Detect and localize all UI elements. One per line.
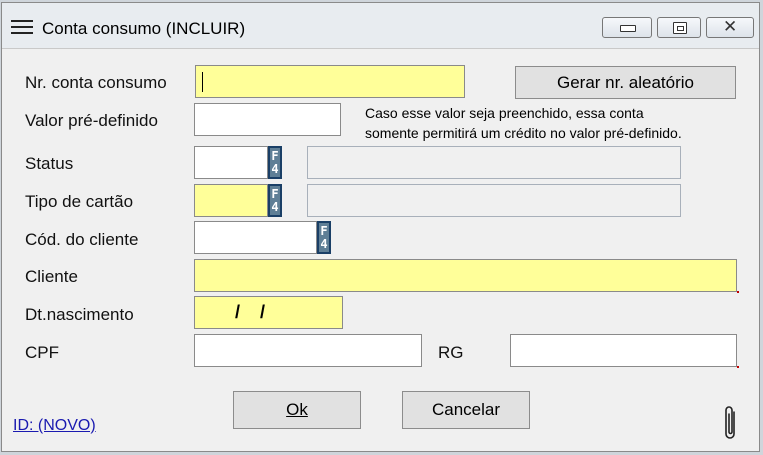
gerar-aleatorio-button[interactable]: Gerar nr. aleatório bbox=[515, 66, 736, 99]
cod-cliente-label: Cód. do cliente bbox=[25, 230, 139, 249]
ok-button[interactable]: Ok bbox=[233, 391, 361, 429]
close-button[interactable]: ✕ bbox=[706, 17, 754, 38]
id-link[interactable]: ID: (NOVO) bbox=[13, 417, 96, 435]
tipo-cartao-description bbox=[307, 184, 681, 217]
valor-pre-label: Valor pré-definido bbox=[25, 111, 158, 130]
note-line-1: Caso esse valor seja preenchido, essa co… bbox=[365, 105, 644, 121]
minimize-button[interactable] bbox=[602, 17, 652, 38]
valor-pre-input[interactable] bbox=[194, 103, 341, 136]
cliente-input[interactable] bbox=[194, 259, 737, 292]
tipo-cartao-lookup-key[interactable]: F4 bbox=[268, 184, 282, 217]
f4-label: F4 bbox=[271, 149, 279, 176]
rg-input[interactable] bbox=[510, 334, 737, 367]
nr-conta-label: Nr. conta consumo bbox=[25, 73, 167, 92]
menu-icon[interactable] bbox=[11, 20, 33, 34]
note-line-2: somente permitirá um crédito no valor pr… bbox=[365, 125, 682, 141]
cod-cliente-lookup-key[interactable]: F4 bbox=[317, 221, 331, 254]
cancelar-button-label: Cancelar bbox=[431, 400, 501, 419]
status-description bbox=[307, 146, 681, 179]
rg-label: RG bbox=[438, 343, 464, 362]
close-icon: ✕ bbox=[723, 17, 738, 37]
required-marker bbox=[737, 366, 739, 368]
cliente-label: Cliente bbox=[25, 267, 78, 286]
f4-label: F4 bbox=[320, 224, 328, 251]
cod-cliente-input[interactable] bbox=[194, 221, 317, 254]
required-marker bbox=[737, 291, 739, 293]
tipo-cartao-code-input[interactable] bbox=[194, 184, 268, 217]
maximize-button[interactable] bbox=[657, 17, 701, 38]
text-caret bbox=[202, 72, 203, 92]
maximize-icon bbox=[673, 22, 687, 34]
status-code-input[interactable] bbox=[194, 146, 268, 179]
cpf-label: CPF bbox=[25, 343, 59, 362]
title-bar[interactable]: Conta consumo (INCLUIR) ✕ bbox=[2, 3, 759, 49]
ok-button-label: Ok bbox=[286, 400, 308, 419]
dt-nascimento-input[interactable]: / / bbox=[194, 296, 343, 329]
minimize-icon bbox=[620, 25, 636, 32]
dt-nascimento-label: Dt.nascimento bbox=[25, 305, 134, 324]
tipo-cartao-label: Tipo de cartão bbox=[25, 192, 134, 211]
window-title: Conta consumo (INCLUIR) bbox=[42, 19, 246, 38]
nr-conta-input[interactable] bbox=[195, 65, 465, 98]
valor-pre-note: Caso esse valor seja preenchido, essa co… bbox=[365, 103, 682, 143]
status-lookup-key[interactable]: F4 bbox=[268, 146, 282, 179]
f4-label: F4 bbox=[271, 187, 279, 214]
cpf-input[interactable] bbox=[194, 334, 422, 367]
cancelar-button[interactable]: Cancelar bbox=[402, 391, 530, 429]
paperclip-icon[interactable] bbox=[722, 404, 740, 442]
status-label: Status bbox=[25, 154, 74, 173]
